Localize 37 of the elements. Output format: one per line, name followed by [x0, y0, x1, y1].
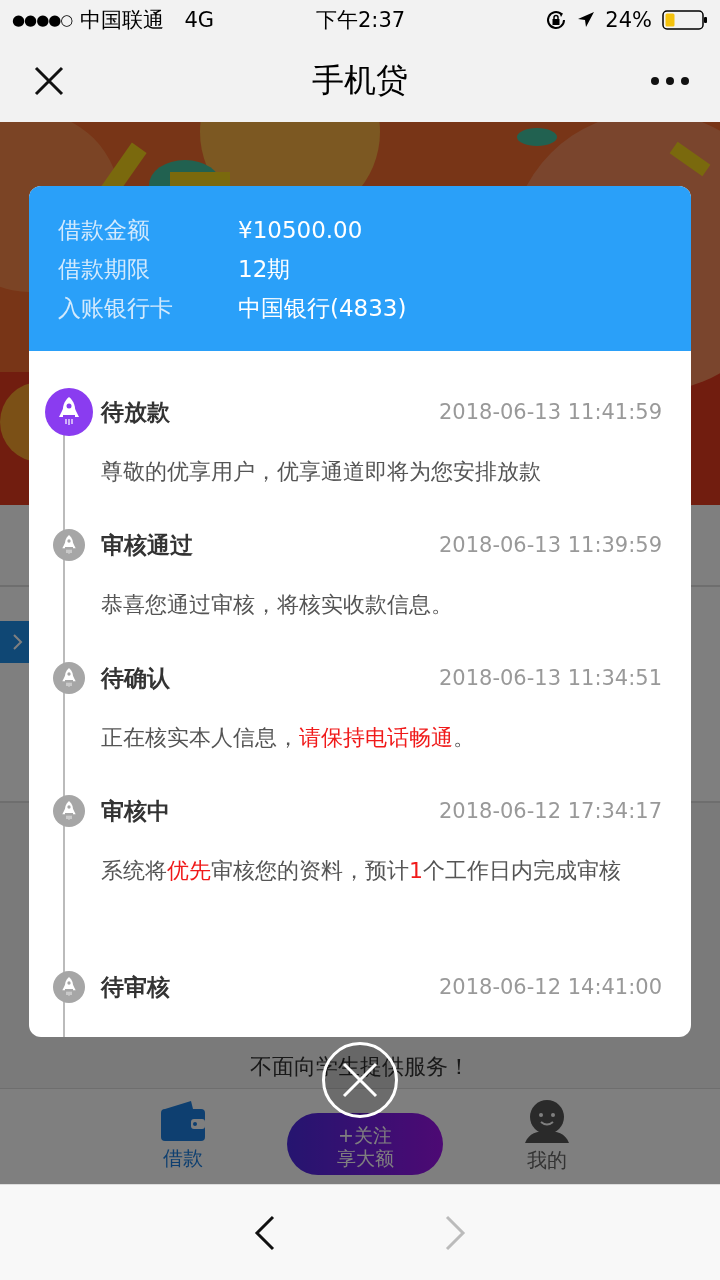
user-icon: [525, 1099, 569, 1143]
tab-item[interactable]: 借款: [161, 1101, 205, 1172]
page-title: 手机贷: [311, 60, 409, 101]
step-title: 待确认: [101, 663, 170, 693]
step-description: 恭喜您通过审核，将核实收款信息。: [101, 591, 454, 619]
back-icon[interactable]: [254, 1214, 276, 1251]
step-title: 审核通过: [101, 530, 193, 560]
location-arrow-icon: [577, 11, 596, 29]
step-title: 待审核: [101, 972, 170, 1002]
step-title: 审核中: [101, 796, 170, 826]
battery-icon: [662, 9, 708, 31]
detail-label: 借款金额: [58, 216, 151, 245]
clock: 下午2:37: [316, 7, 406, 34]
step-time: 2018-06-13 11:41:59: [438, 400, 662, 424]
network-type: 4G: [184, 8, 215, 32]
more-icon[interactable]: [650, 76, 690, 86]
step-description: 系统将优先审核您的资料，预计1个工作日内完成审核: [101, 857, 622, 885]
detail-value: 12期: [238, 255, 291, 284]
step-time: 2018-06-12 17:34:17: [438, 799, 662, 823]
step-time: 2018-06-13 11:39:59: [438, 533, 662, 557]
promo-button[interactable]: +关注 享大额: [287, 1112, 443, 1175]
step-description: 正在核实本人信息，请保持电话畅通。: [101, 724, 476, 752]
detail-value: ¥10500.00: [238, 216, 363, 245]
step-time: 2018-06-13 11:34:51: [438, 666, 662, 690]
signal-strength: ●●●●○: [12, 11, 73, 29]
wallet-icon: [161, 1101, 205, 1141]
battery-percent: 24%: [605, 8, 652, 32]
rotation-lock-icon: [545, 9, 568, 31]
detail-label: 入账银行卡: [58, 294, 174, 323]
step-description: 尊敬的优享用户，优享通道即将为您安排放款: [101, 458, 542, 486]
detail-value: 中国银行(4833): [238, 294, 407, 323]
detail-label: 借款期限: [58, 255, 151, 284]
tab-item[interactable]: 我的: [525, 1099, 569, 1174]
step-time: 2018-06-12 14:41:00: [438, 975, 662, 999]
carrier-name: 中国联通: [80, 7, 165, 34]
step-title: 待放款: [101, 397, 170, 427]
close-icon[interactable]: [34, 66, 64, 96]
